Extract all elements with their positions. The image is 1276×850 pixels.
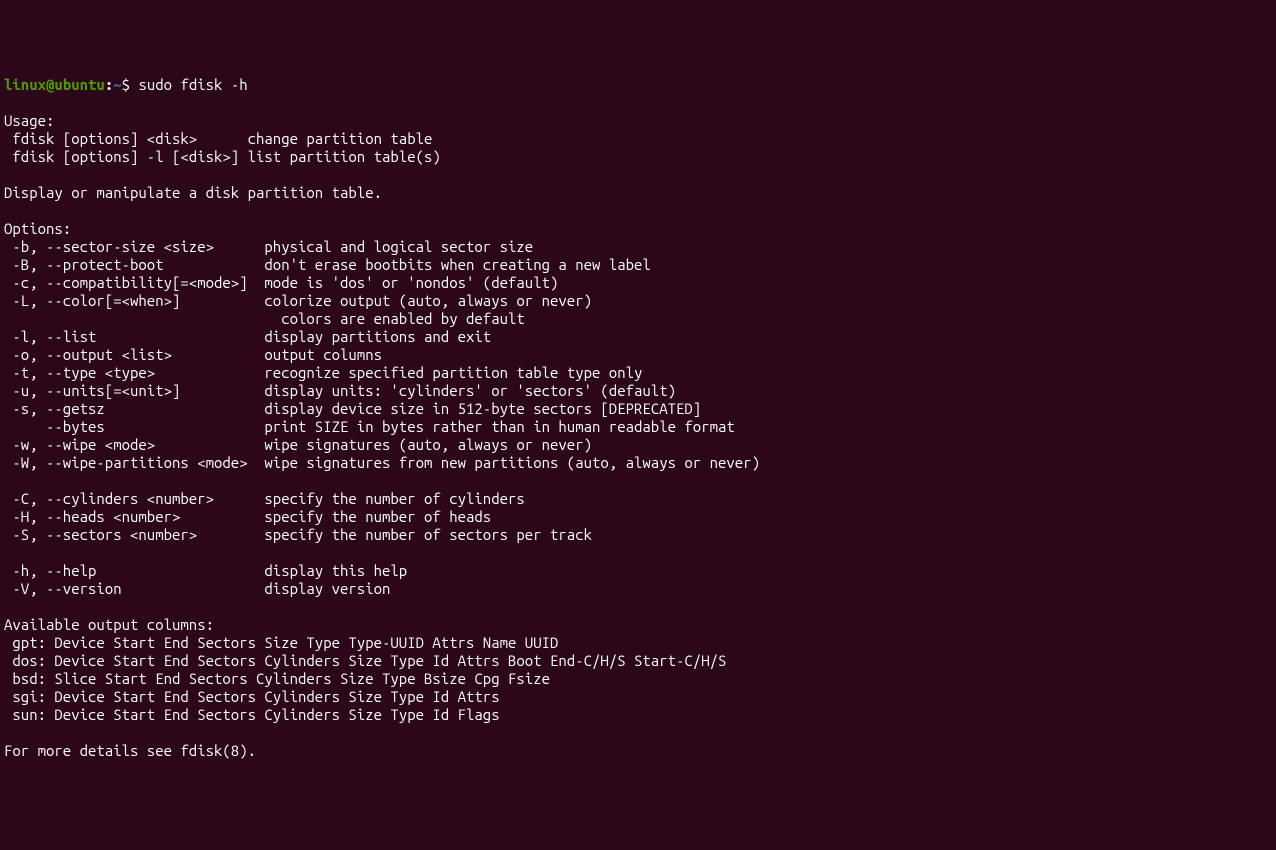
command-text: sudo fdisk -h [130, 76, 248, 93]
usage-header: Usage: [4, 112, 54, 129]
option-line: -V, --version display version [4, 580, 390, 597]
option-line: -S, --sectors <number> specify the numbe… [4, 526, 592, 543]
description-line: Display or manipulate a disk partition t… [4, 184, 382, 201]
prompt-colon: : [105, 76, 113, 93]
options-header: Options: [4, 220, 71, 237]
option-line: -t, --type <type> recognize specified pa… [4, 364, 642, 381]
column-line: gpt: Device Start End Sectors Size Type … [4, 634, 558, 651]
column-line: bsd: Slice Start End Sectors Cylinders S… [4, 670, 550, 687]
option-line: -W, --wipe-partitions <mode> wipe signat… [4, 454, 760, 471]
avail-header: Available output columns: [4, 616, 214, 633]
prompt-dollar: $ [122, 76, 130, 93]
usage-line: fdisk [options] -l [<disk>] list partiti… [4, 148, 441, 165]
footer-line: For more details see fdisk(8). [4, 742, 256, 759]
option-line: -c, --compatibility[=<mode>] mode is 'do… [4, 274, 558, 291]
option-line: -C, --cylinders <number> specify the num… [4, 490, 525, 507]
prompt-host: ubuntu [54, 76, 104, 93]
option-line: -l, --list display partitions and exit [4, 328, 491, 345]
prompt-user: linux [4, 76, 46, 93]
option-line: colors are enabled by default [4, 310, 525, 327]
option-line: -h, --help display this help [4, 562, 407, 579]
column-line: sgi: Device Start End Sectors Cylinders … [4, 688, 500, 705]
option-line: -o, --output <list> output columns [4, 346, 382, 363]
option-line: -s, --getsz display device size in 512-b… [4, 400, 701, 417]
option-line: -b, --sector-size <size> physical and lo… [4, 238, 533, 255]
option-line: -H, --heads <number> specify the number … [4, 508, 491, 525]
option-line: -w, --wipe <mode> wipe signatures (auto,… [4, 436, 592, 453]
option-line: -L, --color[=<when>] colorize output (au… [4, 292, 592, 309]
option-line: -B, --protect-boot don't erase bootbits … [4, 256, 651, 273]
option-line: --bytes print SIZE in bytes rather than … [4, 418, 735, 435]
column-line: sun: Device Start End Sectors Cylinders … [4, 706, 500, 723]
prompt-path: ~ [113, 76, 121, 93]
usage-line: fdisk [options] <disk> change partition … [4, 130, 432, 147]
option-line: -u, --units[=<unit>] display units: 'cyl… [4, 382, 676, 399]
column-line: dos: Device Start End Sectors Cylinders … [4, 652, 726, 669]
terminal-window[interactable]: linux@ubuntu:~$ sudo fdisk -h Usage: fdi… [4, 76, 1272, 760]
